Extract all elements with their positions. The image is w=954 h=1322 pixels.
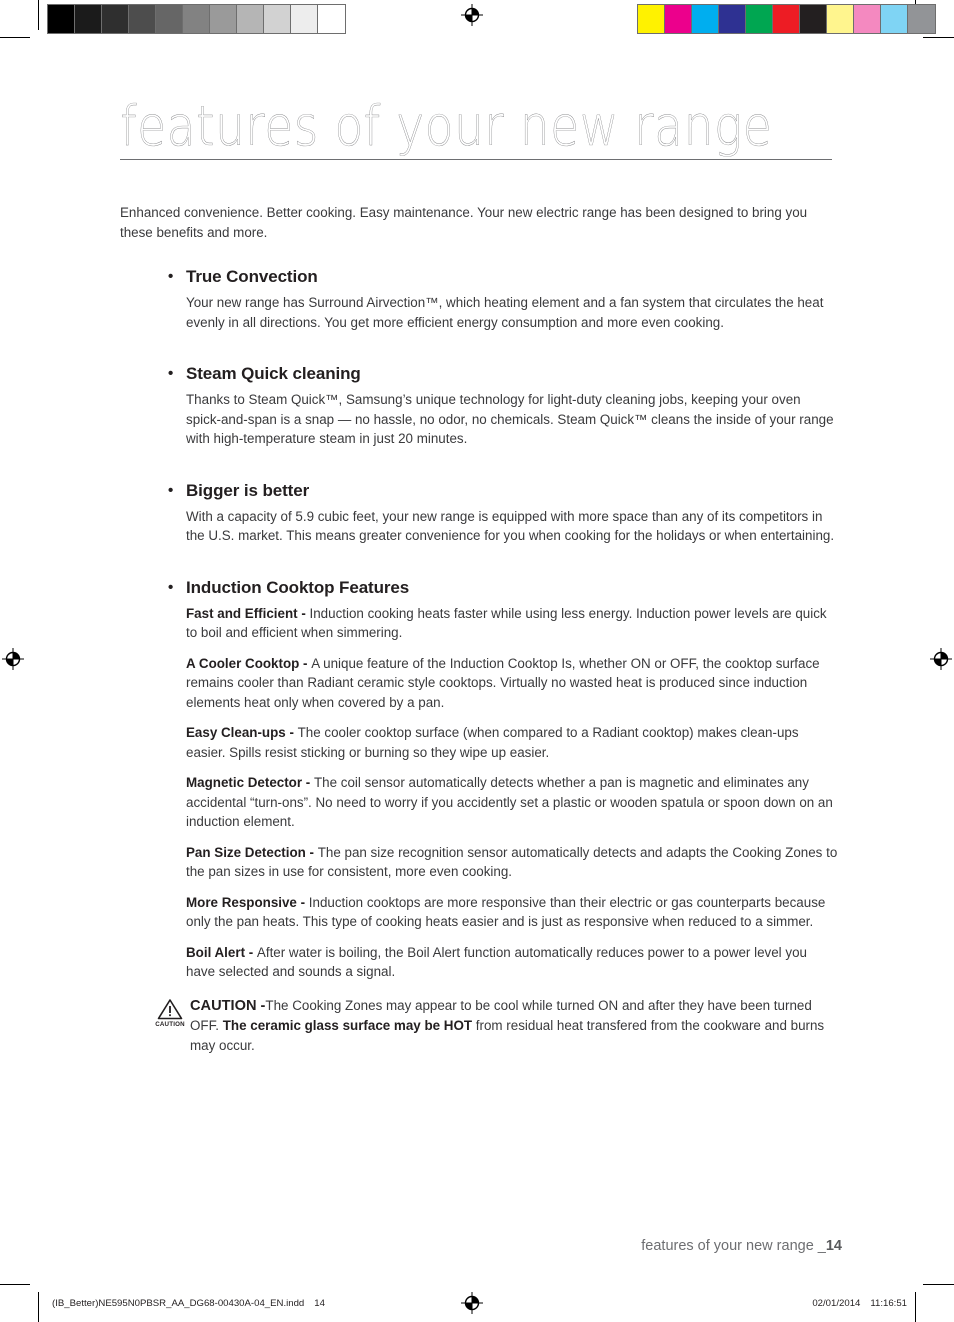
title-underline-rule xyxy=(120,159,832,160)
feature-item-lead: Magnetic Detector - xyxy=(186,775,314,790)
color-patch-6 xyxy=(800,5,827,33)
color-patch-9 xyxy=(881,5,908,33)
grayscale-patch-10 xyxy=(318,5,345,33)
caution-lead-label: CAUTION - xyxy=(190,997,266,1014)
grayscale-patch-9 xyxy=(291,5,318,33)
grayscale-patch-6 xyxy=(210,5,237,33)
caution-notice: CAUTION CAUTION -The Cooking Zones may ap… xyxy=(152,996,838,1056)
crop-mark-top-right-horizontal xyxy=(923,37,954,38)
footer-chapter-marker: features of your new range _14 xyxy=(641,1238,842,1254)
grayscale-patch-7 xyxy=(237,5,264,33)
grayscale-patch-5 xyxy=(183,5,210,33)
color-patch-8 xyxy=(854,5,881,33)
feature-item-lead: A Cooler Cooktop - xyxy=(186,655,312,671)
feature-section: • Steam Quick cleaning Thanks to Steam Qui… xyxy=(120,363,838,449)
feature-heading: • Induction Cooktop Features xyxy=(168,577,838,599)
color-calibration-bar xyxy=(637,4,936,34)
print-slug-time: 11:16:51 xyxy=(870,1298,907,1309)
registration-target-icon xyxy=(461,4,483,26)
bullet-icon: • xyxy=(168,365,174,382)
feature-item-lead: More Responsive - xyxy=(186,894,309,910)
grayscale-patch-2 xyxy=(102,5,129,33)
grayscale-patch-8 xyxy=(264,5,291,33)
footer-page-number: 14 xyxy=(825,1238,842,1254)
color-patch-5 xyxy=(773,5,800,33)
feature-item: More Responsive - Induction cooktops are… xyxy=(186,893,838,932)
caution-text: CAUTION -The Cooking Zones may appear to… xyxy=(190,996,838,1056)
feature-heading-label: Induction Cooktop Features xyxy=(186,577,410,597)
crop-mark-bottom-right-vertical xyxy=(915,1292,916,1322)
feature-item-lead: Pan Size Detection - xyxy=(186,844,318,860)
feature-paragraph: Thanks to Steam Quick™, Samsung’s unique… xyxy=(186,392,834,446)
color-patch-7 xyxy=(827,5,854,33)
feature-heading-label: True Convection xyxy=(186,267,318,286)
feature-item: Pan Size Detection - The pan size recogn… xyxy=(186,843,838,882)
bullet-icon: • xyxy=(168,481,174,499)
registration-target-icon xyxy=(930,648,952,670)
feature-item-lead: Boil Alert - xyxy=(186,944,257,960)
feature-item: A Cooler Cooktop - A unique feature of t… xyxy=(186,654,838,713)
crop-mark-bottom-right-horizontal xyxy=(923,1284,954,1285)
color-patch-4 xyxy=(746,5,773,33)
bullet-icon: • xyxy=(168,268,174,285)
feature-heading: • Steam Quick cleaning xyxy=(168,363,838,385)
features-list: • True Convection Your new range has Surro… xyxy=(120,266,838,1055)
feature-body: Your new range has Surround Airvection™,… xyxy=(186,293,838,332)
manual-page: features of your new range Enhanced conv… xyxy=(0,0,954,1322)
crop-mark-top-left-vertical xyxy=(38,0,39,30)
feature-heading: • Bigger is better xyxy=(168,480,838,502)
registration-target-icon xyxy=(461,1292,483,1314)
feature-item-lead: Fast and Efficient - xyxy=(186,605,310,621)
print-slug-filename-block: (IB_Better)NE595N0PBSR_AA_DG68-00430A-04… xyxy=(52,1298,325,1309)
feature-paragraph: Your new range has Surround Airvection™,… xyxy=(186,295,824,330)
crop-mark-top-left-horizontal xyxy=(0,37,30,38)
feature-item: Magnetic Detector - The coil sensor auto… xyxy=(186,773,838,832)
print-slug-filename: (IB_Better)NE595N0PBSR_AA_DG68-00430A-04… xyxy=(52,1298,305,1309)
feature-section: • True Convection Your new range has Surro… xyxy=(120,266,838,332)
caution-icon-label: CAUTION xyxy=(155,1020,185,1028)
footer-chapter-label: features of your new range _ xyxy=(641,1238,826,1254)
feature-heading-label: Bigger is better xyxy=(186,480,310,500)
feature-body: With a capacity of 5.9 cubic feet, your … xyxy=(186,507,838,546)
feature-item: Fast and Efficient - Induction cooking h… xyxy=(186,604,838,643)
grayscale-patch-4 xyxy=(156,5,183,33)
print-slug-timestamp-block: 02/01/2014 11:16:51 xyxy=(812,1298,907,1309)
feature-item: Easy Clean-ups - The cooler cooktop surf… xyxy=(186,723,838,762)
caution-icon-block: CAUTION xyxy=(152,996,188,1028)
feature-section: • Bigger is better With a capacity of 5.9 … xyxy=(120,480,838,546)
grayscale-patch-1 xyxy=(75,5,102,33)
crop-mark-bottom-left-vertical xyxy=(38,1292,39,1322)
grayscale-calibration-bar xyxy=(47,4,346,34)
color-patch-0 xyxy=(638,5,665,33)
feature-paragraph: With a capacity of 5.9 cubic feet, your … xyxy=(186,508,835,544)
print-slug-sequence: 14 xyxy=(314,1298,325,1309)
grayscale-patch-3 xyxy=(129,5,156,33)
color-patch-10 xyxy=(908,5,935,33)
print-slug-date: 02/01/2014 xyxy=(812,1298,861,1309)
color-patch-1 xyxy=(665,5,692,33)
bullet-icon: • xyxy=(168,578,174,596)
feature-item-lead: Easy Clean-ups - xyxy=(186,725,298,740)
intro-paragraph: Enhanced convenience. Better cooking. Ea… xyxy=(120,205,808,240)
feature-heading: • True Convection xyxy=(168,266,838,288)
feature-body: Fast and Efficient - Induction cooking h… xyxy=(186,604,838,982)
feature-heading-label: Steam Quick cleaning xyxy=(186,364,361,383)
grayscale-patch-0 xyxy=(48,5,75,33)
crop-mark-bottom-left-horizontal xyxy=(0,1284,30,1285)
feature-item: Boil Alert - After water is boiling, the… xyxy=(186,943,838,982)
feature-item-text: After water is boiling, the Boil Alert f… xyxy=(186,944,807,980)
page-title-block: features of your new range xyxy=(120,97,832,160)
page-title: features of your new range xyxy=(120,94,773,158)
feature-section: • Induction Cooktop Features Fast and Effi… xyxy=(120,577,838,982)
registration-target-icon xyxy=(2,648,24,670)
color-patch-3 xyxy=(719,5,746,33)
warning-triangle-icon xyxy=(157,998,183,1019)
color-patch-2 xyxy=(692,5,719,33)
feature-body: Thanks to Steam Quick™, Samsung’s unique… xyxy=(186,390,838,449)
caution-bold-phrase: The ceramic glass surface may be HOT xyxy=(222,1018,473,1033)
